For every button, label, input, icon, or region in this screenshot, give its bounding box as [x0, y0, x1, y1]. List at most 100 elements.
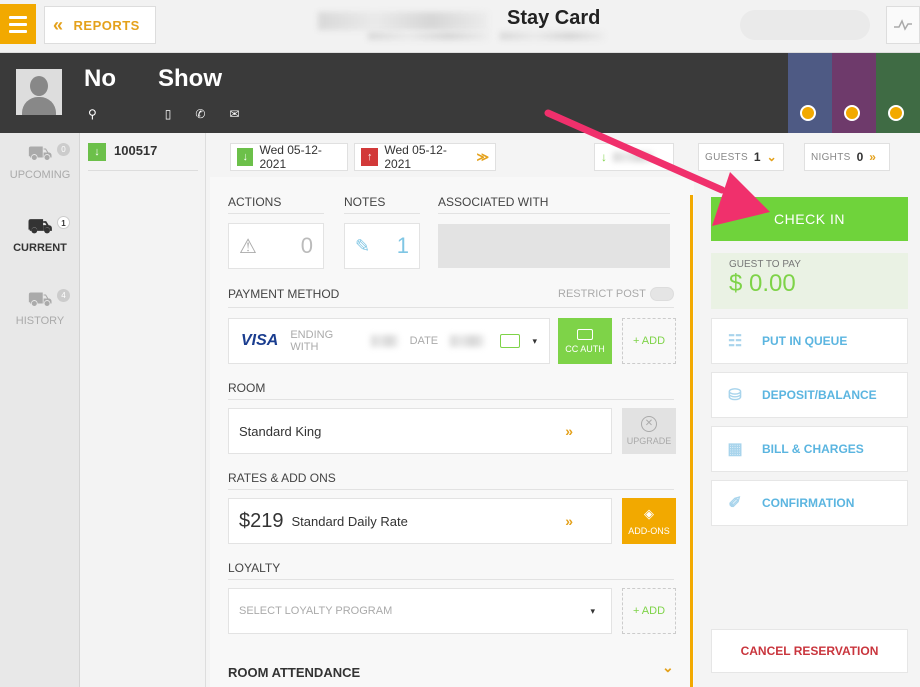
redacted-subtitle — [368, 32, 488, 40]
arrival-date[interactable]: ↓ Wed 05-12-2021 — [230, 143, 348, 171]
notes-box[interactable]: ✎ 1 — [344, 223, 420, 269]
nav-upcoming-label: UPCOMING — [9, 169, 71, 181]
rate-name: Standard Daily Rate — [291, 513, 408, 529]
cc-auth-button[interactable]: CC AUTH — [558, 318, 612, 364]
actions-label: ACTIONS — [228, 195, 282, 209]
caret-down-icon: ▾ — [590, 605, 595, 616]
pen-icon: ✐ — [728, 495, 742, 512]
redacted-hotel-name — [318, 12, 488, 30]
queue-icon: ☷ — [727, 333, 743, 350]
top-bar: « REPORTS Stay Card — [0, 0, 920, 53]
room-label: ROOM — [228, 381, 266, 395]
avatar[interactable] — [16, 69, 62, 115]
right-action-panel: CHECK IN GUEST TO PAY $ 0.00 ☷ PUT IN QU… — [711, 177, 920, 687]
reports-label: REPORTS — [73, 17, 140, 33]
add-loyalty-button[interactable]: + ADD — [622, 588, 676, 634]
guest-to-pay: GUEST TO PAY $ 0.00 — [711, 253, 908, 309]
rates-label: RATES & ADD ONS — [228, 471, 336, 485]
guest-last-name[interactable]: Show — [158, 65, 222, 93]
redacted-card-digits — [371, 335, 398, 347]
bill-charges-button[interactable]: ▦ BILL & CHARGES — [711, 426, 908, 472]
activity-graph-button[interactable] — [886, 6, 920, 44]
mobile-icon[interactable]: ▯ — [165, 107, 172, 121]
chevron-right-icon: » — [565, 423, 573, 439]
deposit-balance-button[interactable]: ⛁ DEPOSIT/BALANCE — [711, 372, 908, 418]
globe-card[interactable] — [832, 53, 876, 133]
chevron-right-icon: » — [869, 150, 876, 164]
notes-label: NOTES — [344, 195, 386, 209]
restrict-post-toggle[interactable] — [650, 287, 674, 301]
pulse-icon — [894, 19, 912, 31]
arrival-arrow-icon: ↓ — [88, 143, 106, 161]
add-payment-button[interactable]: + ADD — [622, 318, 676, 364]
guest-first-name[interactable]: No — [84, 65, 116, 93]
card-date-label: DATE — [409, 335, 439, 347]
put-in-queue-button[interactable]: ☷ PUT IN QUEUE — [711, 318, 908, 364]
cancel-reservation-button[interactable]: CANCEL RESERVATION — [711, 629, 908, 673]
guest-to-pay-amount: $ 0.00 — [729, 270, 796, 297]
nav-history[interactable]: ⛟ 4 HISTORY — [0, 289, 80, 327]
notes-count: 1 — [396, 233, 409, 258]
room-card[interactable] — [788, 53, 832, 133]
actions-count: 0 — [300, 233, 313, 258]
zoom-icon — [888, 105, 904, 121]
room-type: Standard King — [239, 423, 322, 439]
reservation-number: 100517 — [114, 143, 158, 158]
chevron-right-icon: » — [565, 513, 573, 529]
guest-to-pay-label: GUEST TO PAY — [729, 259, 801, 270]
caret-down-icon[interactable]: ▾ — [532, 336, 537, 347]
actions-box[interactable]: ⚠ 0 — [228, 223, 324, 269]
date-bar: ↓ Wed 05-12-2021 ↑ Wed 05-12-2021 ≫ ↓ GU… — [206, 133, 920, 177]
stay-card-main: ↓ Wed 05-12-2021 ↑ Wed 05-12-2021 ≫ ↓ GU… — [206, 133, 920, 687]
nav-upcoming[interactable]: ⛟ 0 UPCOMING — [0, 143, 80, 181]
room-type-box[interactable]: Standard King » — [228, 408, 612, 454]
phone-icon[interactable]: ✆ — [195, 107, 205, 121]
down-arrow-icon: ↓ — [601, 150, 607, 164]
loyalty-select[interactable]: SELECT LOYALTY PROGRAM ▾ — [228, 588, 612, 634]
reports-button[interactable]: « REPORTS — [44, 6, 156, 44]
rate-box[interactable]: $219 Standard Daily Rate » — [228, 498, 612, 544]
arrival-arrow-icon: ↓ — [237, 148, 254, 166]
chevron-down-icon[interactable]: ⌄ — [662, 659, 674, 676]
zoom-icon — [844, 105, 860, 121]
guests-control[interactable]: GUESTS 1 ⌄ — [698, 143, 784, 171]
group-card[interactable] — [876, 53, 920, 133]
payment-method-label: PAYMENT METHOD — [228, 287, 340, 301]
associated-with-box[interactable] — [438, 224, 670, 268]
restrict-post-label: RESTRICT POST — [558, 288, 646, 300]
add-ons-button[interactable]: ◈ ADD-ONS — [622, 498, 676, 544]
rate-amount: $219 — [239, 509, 284, 532]
hamburger-icon — [9, 15, 27, 19]
confirmation-button[interactable]: ✐ CONFIRMATION — [711, 480, 908, 526]
reservation-item[interactable]: ↓ 100517 — [88, 143, 198, 171]
location-icon[interactable]: ⚲ — [88, 107, 97, 121]
email-icon[interactable]: ✉ — [229, 107, 239, 121]
section-divider — [690, 195, 693, 687]
credit-card-icon — [577, 328, 593, 340]
menu-button[interactable] — [0, 4, 36, 44]
room-attendance-label: ROOM ATTENDANCE — [228, 665, 361, 680]
nights-control[interactable]: NIGHTS 0 » — [804, 143, 890, 171]
zoom-icon — [800, 105, 816, 121]
current-count: 1 — [57, 216, 70, 229]
page-title: Stay Card — [507, 7, 601, 29]
upgrade-button[interactable]: ✕ UPGRADE — [622, 408, 676, 454]
stay-type-nav: ⛟ 0 UPCOMING ⛟ 1 CURRENT ⛟ 4 HISTORY — [0, 133, 80, 687]
warning-icon: ⚠ — [239, 235, 257, 258]
room-move-button[interactable]: ↓ — [594, 143, 674, 171]
payment-card-box[interactable]: VISA ENDING WITH DATE ▾ — [228, 318, 550, 364]
calculator-icon: ▦ — [727, 441, 743, 458]
associated-label: ASSOCIATED WITH — [438, 195, 549, 209]
double-chevron-left-icon: « — [53, 14, 64, 35]
nav-history-label: HISTORY — [15, 315, 65, 327]
ending-with-label: ENDING WITH — [290, 329, 334, 353]
search-field[interactable] — [740, 10, 870, 40]
visa-logo: VISA — [241, 332, 279, 349]
check-in-button[interactable]: CHECK IN — [711, 197, 908, 241]
credit-card-icon — [499, 334, 521, 348]
reservation-list: ↓ 100517 — [80, 133, 206, 687]
nav-current[interactable]: ⛟ 1 CURRENT — [0, 216, 80, 254]
redacted-text — [613, 152, 653, 162]
departure-date[interactable]: ↑ Wed 05-12-2021 ≫ — [354, 143, 496, 171]
contact-icons: ⚲ ▯ ✆ ✉ — [88, 107, 270, 121]
